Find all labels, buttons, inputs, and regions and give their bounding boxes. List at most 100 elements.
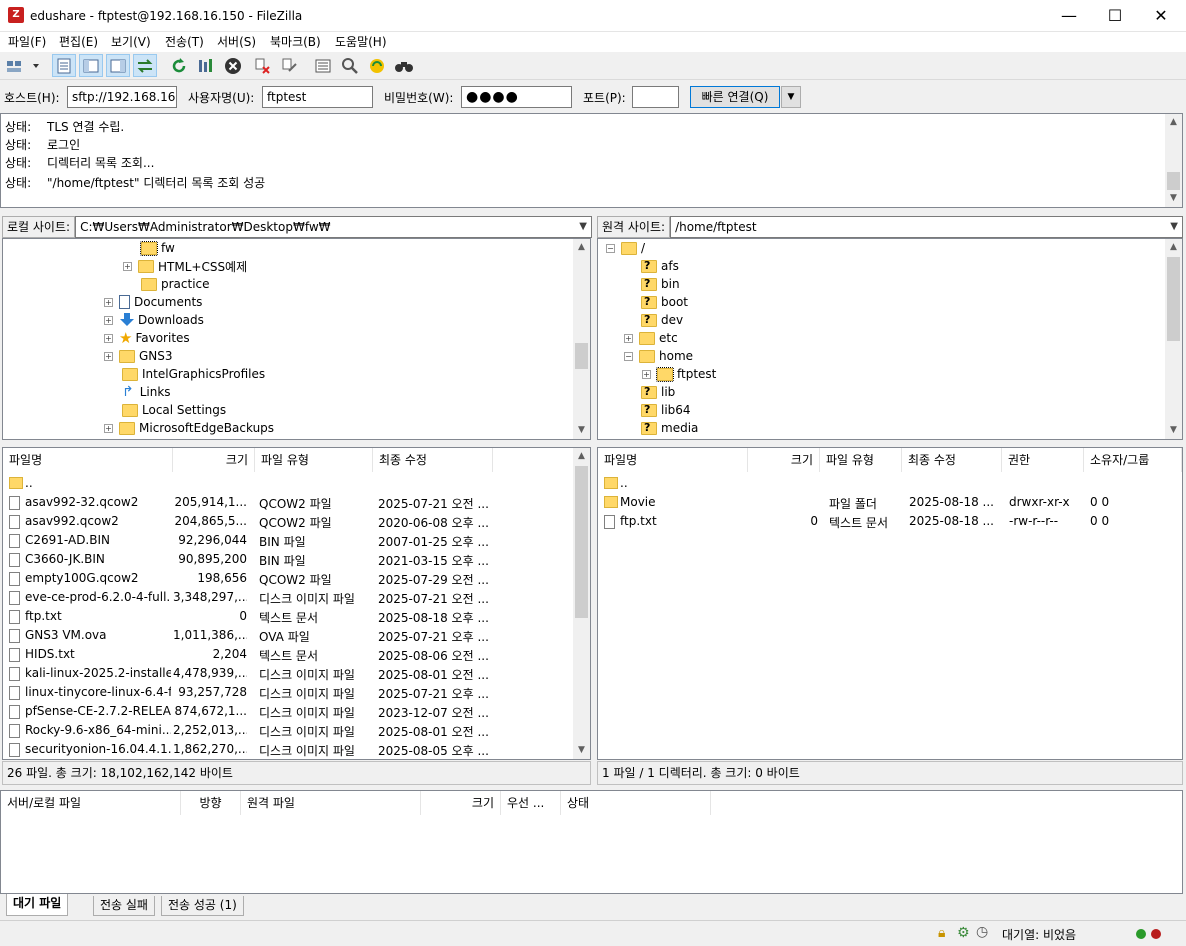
toggle-local-tree-button[interactable]: [79, 54, 103, 77]
local-path-input[interactable]: C:₩Users₩Administrator₩Desktop₩fw₩ ▼: [75, 216, 592, 238]
scroll-down-icon[interactable]: ▼: [573, 422, 590, 439]
port-input[interactable]: [632, 86, 679, 108]
local-directory-tree[interactable]: fw + HTML+CSS예제 practice + Documents + Down…: [2, 238, 591, 440]
tree-item-media[interactable]: media: [641, 419, 698, 437]
local-tree-scrollbar[interactable]: ▲ ▼: [573, 239, 590, 439]
file-row[interactable]: C2691-AD.BIN 92,296,044 BIN 파일 2007-01-25 오…: [3, 531, 571, 550]
tree-item-gns3[interactable]: + GNS3: [104, 347, 173, 365]
tree-item-documents[interactable]: + Documents: [104, 293, 202, 311]
file-row[interactable]: ..: [598, 474, 1182, 493]
local-list-scrollbar[interactable]: ▲ ▼: [573, 448, 590, 759]
expand-icon[interactable]: +: [642, 369, 651, 379]
disconnect-button[interactable]: [250, 54, 274, 77]
menu-transfer[interactable]: 전송(T): [161, 33, 208, 51]
tab-queued-files[interactable]: 대기 파일: [6, 894, 69, 916]
column-header-type[interactable]: 파일 유형: [820, 448, 902, 472]
reconnect-button[interactable]: [277, 54, 301, 77]
scroll-up-icon[interactable]: ▲: [1165, 114, 1182, 131]
quickconnect-history-dropdown[interactable]: ▼: [781, 86, 801, 108]
scroll-up-icon[interactable]: ▲: [1165, 239, 1182, 256]
file-row[interactable]: securityonion-16.04.4.1.iso1,862,270,...…: [3, 740, 571, 759]
speed-limit-icon[interactable]: ◷: [976, 924, 988, 940]
close-button[interactable]: ✕: [1138, 0, 1184, 32]
menu-server[interactable]: 서버(S): [213, 33, 260, 51]
chevron-down-icon[interactable]: ▼: [1170, 217, 1178, 237]
queue-column-status[interactable]: 상태: [561, 791, 711, 815]
file-row[interactable]: eve-ce-prod-6.2.0-4-full.i... 3,348,297,.…: [3, 588, 571, 607]
menu-bookmarks[interactable]: 북마크(B): [266, 33, 325, 51]
tree-item-boot[interactable]: boot: [641, 293, 688, 311]
column-header-type[interactable]: 파일 유형: [255, 448, 373, 472]
expand-icon[interactable]: +: [104, 315, 113, 325]
file-row[interactable]: ftp.txt 0 텍스트 문서 2025-08-18 ... -rw-r--r-- 0 …: [598, 512, 1182, 531]
expand-icon[interactable]: +: [104, 333, 113, 343]
tree-item-practice[interactable]: practice: [141, 275, 210, 293]
scroll-down-icon[interactable]: ▼: [1165, 422, 1182, 439]
file-row[interactable]: ..: [3, 474, 571, 493]
tree-item-fw[interactable]: fw: [140, 239, 175, 257]
process-queue-button[interactable]: [194, 54, 218, 77]
tree-item-intelgraphicsprofiles[interactable]: IntelGraphicsProfiles: [122, 365, 265, 383]
file-row[interactable]: GNS3 VM.ova 1,011,386,... OVA 파일 2025-07-21…: [3, 626, 571, 645]
tree-item-local-settings[interactable]: Local Settings: [122, 401, 226, 419]
scroll-down-icon[interactable]: ▼: [1165, 190, 1182, 207]
directory-listing-filter-button[interactable]: [311, 54, 335, 77]
synchronized-browsing-button[interactable]: [365, 54, 389, 77]
column-header-size[interactable]: 크기: [748, 448, 820, 472]
scroll-thumb[interactable]: [575, 343, 588, 369]
column-header-filename[interactable]: 파일명: [598, 448, 748, 472]
queue-column-priority[interactable]: 우선 ...: [501, 791, 561, 815]
file-row[interactable]: asav992.qcow2 204,865,5... QCOW2 파일 2020-06…: [3, 512, 571, 531]
tab-successful-transfers[interactable]: 전송 성공 (1): [161, 896, 244, 916]
password-input[interactable]: ●●●●: [461, 86, 572, 108]
tree-item-lib64[interactable]: lib64: [641, 401, 691, 419]
file-row[interactable]: Movie 파일 폴더 2025-08-18 ... drwxr-xr-x 0 0: [598, 493, 1182, 512]
file-row[interactable]: empty100G.qcow2 198,656 QCOW2 파일 2025-07-29…: [3, 569, 571, 588]
scroll-up-icon[interactable]: ▲: [573, 239, 590, 256]
menu-help[interactable]: 도움말(H): [331, 33, 391, 51]
file-row[interactable]: C3660-JK.BIN 90,895,200 BIN 파일 2021-03-15 오…: [3, 550, 571, 569]
maximize-button[interactable]: ☐: [1092, 0, 1138, 32]
site-manager-button[interactable]: [4, 54, 44, 77]
search-remote-files-button[interactable]: [392, 54, 416, 77]
tree-item-links[interactable]: ↱ Links: [122, 383, 171, 401]
collapse-icon[interactable]: −: [624, 351, 633, 361]
cancel-operation-button[interactable]: [221, 54, 245, 77]
menu-edit[interactable]: 편집(E): [55, 33, 102, 51]
file-row[interactable]: ftp.txt 0 텍스트 문서 2025-08-18 오후 ...: [3, 607, 571, 626]
file-row[interactable]: kali-linux-2025.2-installe... 4,478,939,.…: [3, 664, 571, 683]
tree-item-favorites[interactable]: + ★ Favorites: [104, 329, 190, 347]
tab-failed-transfers[interactable]: 전송 실패: [93, 896, 155, 916]
column-header-modified[interactable]: 최종 수정: [373, 448, 493, 472]
remote-tree-scrollbar[interactable]: ▲ ▼: [1165, 239, 1182, 439]
file-row[interactable]: asav992-32.qcow2 205,914,1... QCOW2 파일 2025…: [3, 493, 571, 512]
file-row[interactable]: HIDS.txt 2,204 텍스트 문서 2025-08-06 오전 ...: [3, 645, 571, 664]
tree-item-microsoftedgebackups[interactable]: + MicrosoftEdgeBackups: [104, 419, 274, 437]
tree-item-dev[interactable]: dev: [641, 311, 683, 329]
scroll-thumb[interactable]: [575, 466, 588, 618]
tree-item-afs[interactable]: afs: [641, 257, 679, 275]
log-scrollbar[interactable]: ▲ ▼: [1165, 114, 1182, 207]
tree-item-home[interactable]: − home: [624, 347, 693, 365]
host-input[interactable]: sftp://192.168.16.1: [67, 86, 177, 108]
scroll-thumb[interactable]: [1167, 172, 1180, 190]
quickconnect-button[interactable]: 빠른 연결(Q): [690, 86, 780, 108]
expand-icon[interactable]: +: [624, 333, 633, 343]
file-row[interactable]: linux-tinycore-linux-6.4-f... 93,257,728 디…: [3, 683, 571, 702]
expand-icon[interactable]: +: [104, 297, 113, 307]
file-row[interactable]: Rocky-9.6-x86_64-mini... 2,252,013,... 디스크…: [3, 721, 571, 740]
column-header-permissions[interactable]: 권한: [1002, 448, 1084, 472]
column-header-owner[interactable]: 소유자/그룹: [1084, 448, 1182, 472]
file-row[interactable]: pfSense-CE-2.7.2-RELEA... 874,672,1... 디스크…: [3, 702, 571, 721]
transfer-queue[interactable]: 서버/로컬 파일 방향 원격 파일 크기 우선 ... 상태: [0, 790, 1183, 894]
scroll-up-icon[interactable]: ▲: [573, 448, 590, 465]
message-log[interactable]: 상태: TLS 연결 수립. 상태: 로그인 상태: 디렉터리 목록 조회... 상태…: [0, 113, 1183, 208]
collapse-icon[interactable]: −: [606, 243, 615, 253]
queue-column-size[interactable]: 크기: [421, 791, 501, 815]
tree-item-lib[interactable]: lib: [641, 383, 675, 401]
expand-icon[interactable]: +: [104, 423, 113, 433]
toggle-log-button[interactable]: [52, 54, 76, 77]
queue-column-remote-file[interactable]: 원격 파일: [241, 791, 421, 815]
tree-item-ftptest[interactable]: + ftptest: [642, 365, 716, 383]
remote-path-input[interactable]: /home/ftptest ▼: [670, 216, 1183, 238]
